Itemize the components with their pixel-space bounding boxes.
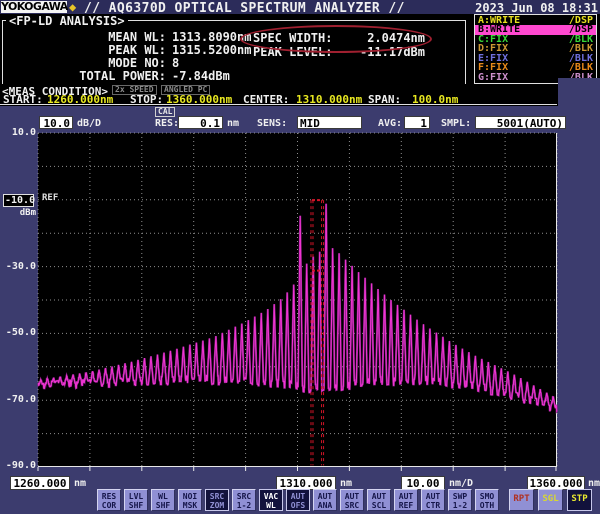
xaxis-center-unit: nm	[340, 478, 353, 489]
softkey-label: SRC 1-2	[236, 492, 252, 510]
yokogawa-logo: YOKOGAWA	[1, 0, 68, 13]
softkey-label: VAC WL	[263, 492, 279, 510]
start-label: START:	[3, 93, 43, 106]
xaxis-center-field[interactable]: 1310.000	[276, 476, 336, 490]
xaxis-start-field[interactable]: 1260.000	[10, 476, 70, 490]
header-bar: YOKOGAWA ◆ // AQ6370D OPTICAL SPECTRUM A…	[0, 0, 600, 16]
softkey-src-1-2[interactable]: SRC 1-2	[232, 489, 256, 511]
softkey-label: WL SHF	[155, 492, 171, 510]
diamond-icon: ◆	[69, 0, 77, 14]
smpl-field[interactable]: 5001(AUTO)	[475, 116, 566, 130]
softkey-label: AUT REF	[398, 492, 414, 510]
span-value[interactable]: 100.0nm	[412, 93, 458, 106]
softkey-label: SMO OTH	[479, 492, 495, 510]
softkey-label: SRC ZOM	[209, 492, 225, 510]
yaxis-unit: dBm	[19, 208, 36, 218]
sens-label: SENS:	[257, 118, 288, 129]
softkey-label: AUT OFS	[290, 492, 306, 510]
mode-no-label: MODE NO:	[108, 56, 166, 70]
softkey-label: LVL SHF	[128, 492, 144, 510]
softkey-noi-msk[interactable]: NOI MSK	[178, 489, 202, 511]
total-power-value: -7.84dBm	[172, 69, 230, 83]
mode-no-value: 8	[172, 56, 180, 70]
osa-screen: YOKOGAWA ◆ // AQ6370D OPTICAL SPECTRUM A…	[0, 0, 600, 514]
xaxis-stop-unit: nm	[588, 478, 600, 489]
softkey-aut-scl[interactable]: AUT SCL	[367, 489, 391, 511]
span-label: SPAN:	[368, 93, 402, 106]
ytick-minus90: -90.0	[5, 460, 36, 471]
softkey-lvl-shf[interactable]: LVL SHF	[124, 489, 148, 511]
xaxis-perdiv-unit: nm/D	[449, 478, 474, 489]
app-title: // AQ6370D OPTICAL SPECTRUM ANALYZER //	[84, 1, 405, 16]
total-power-label: TOTAL POWER:	[79, 69, 166, 83]
res-unit: nm	[227, 118, 240, 129]
softkey-aut-ctr[interactable]: AUT CTR	[421, 489, 445, 511]
datetime: 2023 Jun 08 18:31	[475, 1, 598, 15]
softkey-aut-ofs[interactable]: AUT OFS	[286, 489, 310, 511]
cal-indicator: CAL	[155, 107, 176, 117]
softkey-label: RES COR	[101, 492, 117, 510]
panel-gap	[558, 78, 600, 106]
ytick-ref-minus10[interactable]: -10.0	[3, 194, 35, 207]
ytick-minus30: -30.0	[5, 261, 36, 272]
softkey-res-cor[interactable]: RES COR	[97, 489, 121, 511]
spectrum-chart[interactable]: REF	[37, 132, 558, 471]
peak-wl-value: 1315.5200nm	[172, 43, 252, 57]
ytick-10: 10.0	[11, 127, 36, 138]
fpld-analysis-title: <FP-LD ANALYSIS>	[6, 14, 128, 28]
stop-value[interactable]: 1360.000nm	[166, 93, 232, 106]
sweep-sgl-button[interactable]: SGL	[538, 489, 563, 511]
softkey-aut-src[interactable]: AUT SRC	[340, 489, 364, 511]
mean-wl-label: MEAN WL:	[108, 30, 166, 44]
softkey-src-zom[interactable]: SRC ZOM	[205, 489, 229, 511]
avg-label: AVG:	[378, 118, 403, 129]
smpl-label: SMPL:	[441, 118, 472, 129]
spectrum-plot	[37, 132, 558, 471]
res-label: RES:	[155, 118, 180, 129]
softkey-aut-ana[interactable]: AUT ANA	[313, 489, 337, 511]
softkey-swp-1-2[interactable]: SWP 1-2	[448, 489, 472, 511]
center-label: CENTER:	[243, 93, 290, 106]
start-value[interactable]: 1260.000nm	[47, 93, 113, 106]
trace-legend-panel: A:WRITE/DSP B:WRITE/DSP C:FIX/BLK D:FIX/BLK…	[474, 14, 597, 84]
softkey-wl-shf[interactable]: WL SHF	[151, 489, 175, 511]
softkey-smo-oth[interactable]: SMO OTH	[475, 489, 499, 511]
sweep-stp-button[interactable]: STP	[567, 489, 592, 511]
res-field[interactable]: 0.1	[178, 116, 223, 130]
ytick-minus70: -70.0	[5, 394, 36, 405]
trace-name: G:FIX	[478, 71, 509, 83]
softkey-label: NOI MSK	[182, 492, 198, 510]
softkey-label: AUT ANA	[317, 492, 333, 510]
softkey-vac-wl[interactable]: VAC WL	[259, 489, 283, 511]
trace-b-halo	[37, 203, 558, 415]
spec-width-highlight-ellipse	[240, 25, 432, 53]
sweep-rpt-button[interactable]: RPT	[509, 489, 534, 511]
xaxis-start-unit: nm	[74, 478, 87, 489]
xaxis-perdiv-field[interactable]: 10.00	[401, 476, 445, 490]
xaxis-stop-field[interactable]: 1360.000	[527, 476, 585, 490]
center-value[interactable]: 1310.000nm	[296, 93, 362, 106]
softkey-label: SWP 1-2	[452, 492, 468, 510]
ytick-minus50: -50.0	[5, 327, 36, 338]
peak-wl-label: PEAK WL:	[108, 43, 166, 57]
sens-field[interactable]: MID	[297, 116, 362, 130]
level-scale-field[interactable]: 10.0	[39, 116, 73, 130]
level-scale-unit: dB/D	[77, 118, 102, 129]
softkey-label: AUT SRC	[344, 492, 360, 510]
softkey-label: AUT SCL	[371, 492, 387, 510]
avg-field[interactable]: 1	[404, 116, 430, 130]
stop-label: STOP:	[130, 93, 164, 106]
softkey-label: AUT CTR	[425, 492, 441, 510]
softkey-aut-ref[interactable]: AUT REF	[394, 489, 418, 511]
ref-level-label: REF	[42, 193, 59, 203]
